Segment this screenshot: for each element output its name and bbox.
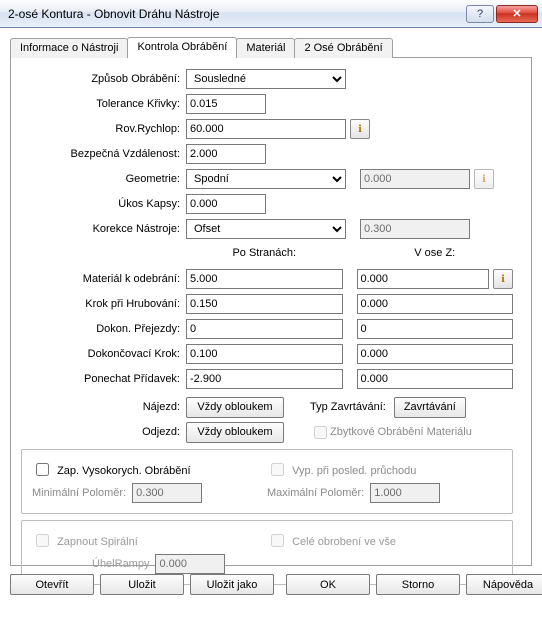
input-pocket-draft[interactable] (186, 194, 266, 214)
input-z-finish-step[interactable] (357, 344, 514, 364)
input-sides-rough-step[interactable] (186, 294, 343, 314)
check-hsm[interactable] (36, 463, 49, 476)
button-lead-in[interactable]: Vždy obloukem (186, 397, 284, 418)
label-rapid: Rov.Rychlop: (21, 123, 186, 135)
input-max-radius (370, 483, 440, 503)
label-ramp-angle: ÚhelRampy (92, 558, 149, 570)
label-hsm: Zap. Vysokorych. Obrábění (57, 465, 191, 477)
tab-material[interactable]: Materiál (236, 38, 295, 58)
dialog-content: Informace o Nástroji Kontrola Obrábění M… (0, 28, 542, 566)
label-safe-distance: Bezpečná Vzdálenost: (21, 148, 186, 160)
header-sides: Po Stranách: (186, 247, 343, 259)
input-z-finish-passes[interactable] (357, 319, 514, 339)
check-off-last-pass (271, 463, 284, 476)
label-full-machining: Celé obrobení ve vše (292, 536, 396, 548)
input-tool-comp-value (360, 219, 470, 239)
label-plunge-type: Typ Zavrtávání: (310, 401, 386, 413)
button-help[interactable]: Nápověda (466, 574, 542, 595)
check-full-machining (271, 534, 284, 547)
label-rough-step: Krok při Hrubování: (21, 298, 186, 310)
input-sides-finish-passes[interactable] (186, 319, 343, 339)
button-cancel[interactable]: Storno (376, 574, 460, 595)
input-z-rough-step[interactable] (357, 294, 514, 314)
label-tool-comp: Korekce Nástroje: (21, 223, 186, 235)
label-finish-passes: Dokon. Přejezdy: (21, 323, 186, 335)
input-min-radius (132, 483, 202, 503)
label-min-radius: Minimální Poloměr: (32, 487, 126, 499)
label-leave-allowance: Ponechat Přídavek: (21, 373, 186, 385)
input-safe-distance[interactable] (186, 144, 266, 164)
input-curve-tolerance[interactable] (186, 94, 266, 114)
button-plunge[interactable]: Zavrtávání (394, 397, 466, 418)
z-stock-info-icon[interactable]: ℹ (493, 269, 513, 289)
geometry-info-icon: ℹ (474, 169, 494, 189)
rapid-info-icon[interactable]: ℹ (350, 119, 370, 139)
label-off-last-pass: Vyp. při posled. průchodu (292, 465, 416, 477)
label-machining-mode: Způsob Obrábění: (21, 73, 186, 85)
label-lead-in: Nájezd: (21, 401, 186, 413)
button-open[interactable]: Otevřít (10, 574, 94, 595)
select-machining-mode[interactable]: Sousledné (186, 69, 346, 89)
input-rapid[interactable] (186, 119, 346, 139)
select-tool-comp[interactable]: Ofset (186, 219, 346, 239)
tab-2axis-machining[interactable]: 2 Osé Obrábění (294, 38, 392, 58)
help-icon[interactable]: ? (466, 5, 494, 23)
label-max-radius: Maximální Poloměr: (267, 487, 364, 499)
label-rest-machining: Zbytkové Obrábění Materiálu (330, 426, 472, 438)
input-sides-finish-step[interactable] (186, 344, 343, 364)
tab-panel: Způsob Obrábění: Sousledné Tolerance Kři… (10, 58, 532, 566)
input-sides-allowance[interactable] (186, 369, 343, 389)
input-ramp-angle (155, 554, 225, 574)
close-icon[interactable]: ✕ (496, 5, 538, 23)
tab-tool-info[interactable]: Informace o Nástroji (10, 38, 128, 58)
button-save-as[interactable]: Uložit jako (190, 574, 274, 595)
input-geometry-value (360, 169, 470, 189)
label-finish-step: Dokončovací Krok: (21, 348, 186, 360)
group-hsm: Zap. Vysokorych. Obrábění Vyp. při posle… (21, 449, 513, 514)
header-zaxis: V ose Z: (357, 247, 514, 259)
button-ok[interactable]: OK (286, 574, 370, 595)
check-spiral (36, 534, 49, 547)
label-stock-removal: Materiál k odebrání: (21, 273, 186, 285)
dialog-button-bar: Otevřít Uložit Uložit jako OK Storno Náp… (0, 566, 542, 605)
window-title: 2-osé Kontura - Obnovit Dráhu Nástroje (8, 7, 466, 21)
label-curve-tolerance: Tolerance Křivky: (21, 98, 186, 110)
label-pocket-draft: Úkos Kapsy: (21, 198, 186, 210)
input-sides-stock[interactable] (186, 269, 343, 289)
label-lead-out: Odjezd: (21, 426, 186, 438)
titlebar: 2-osé Kontura - Obnovit Dráhu Nástroje ?… (0, 0, 542, 28)
input-z-allowance[interactable] (357, 369, 514, 389)
label-geometry: Geometrie: (21, 173, 186, 185)
tab-bar: Informace o Nástroji Kontrola Obrábění M… (10, 36, 532, 58)
input-z-stock[interactable] (357, 269, 490, 289)
check-rest-machining (314, 426, 327, 439)
button-lead-out[interactable]: Vždy obloukem (186, 422, 284, 443)
button-save[interactable]: Uložit (100, 574, 184, 595)
select-geometry[interactable]: Spodní (186, 169, 346, 189)
window-buttons: ? ✕ (466, 5, 538, 23)
label-spiral: Zapnout Spirální (57, 536, 138, 548)
tab-machining-control[interactable]: Kontrola Obrábění (127, 37, 237, 58)
